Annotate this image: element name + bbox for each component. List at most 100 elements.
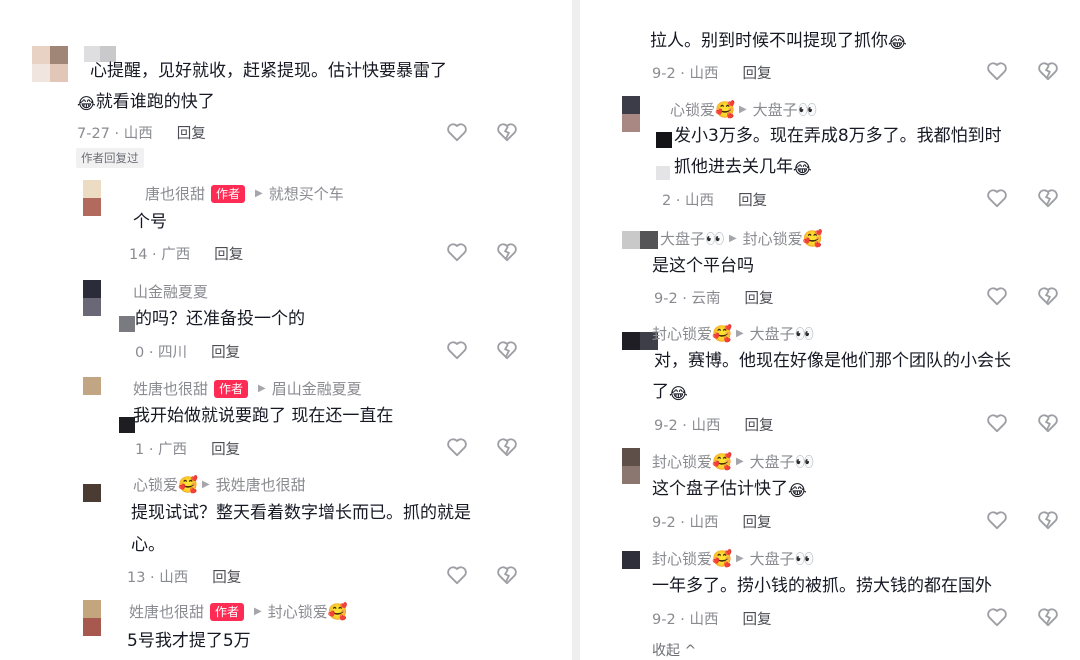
broken-heart-icon[interactable] <box>496 565 518 585</box>
avatar[interactable] <box>83 280 101 316</box>
broken-heart-icon[interactable] <box>496 437 518 457</box>
reply-to-name[interactable]: 大盘子 <box>750 548 795 569</box>
comment-text: 了 <box>652 382 669 402</box>
avatar[interactable] <box>83 600 101 636</box>
comment-text: 一年多了。捞小钱的被抓。捞大钱的都在国外 <box>652 576 992 596</box>
reply-arrow-icon: ▶ <box>728 233 737 244</box>
reply-to-name[interactable]: 眉山金融夏夏 <box>272 378 362 399</box>
reply-button[interactable]: 回复 <box>211 438 240 459</box>
comment-text-line: 我开始做就说要跑了 现在还一直在 <box>133 401 393 432</box>
heart-outline-icon[interactable] <box>986 607 1008 627</box>
collapse-button[interactable]: 收起 ^ <box>652 640 696 660</box>
date-location: 9-2 · 云南 <box>654 291 721 307</box>
avatar[interactable] <box>622 551 640 569</box>
date-location: 14 · 广西 <box>129 247 191 263</box>
comment-text-line: 一年多了。捞小钱的被抓。捞大钱的都在国外 <box>652 571 992 602</box>
comment-text: 心。 <box>131 535 165 555</box>
avatar[interactable] <box>83 377 101 395</box>
comment-item: 心提醒，见好就收，赶紧提现。估计快要暴雷了 😂就看谁跑的快了 7-27 · 山西… <box>32 46 552 168</box>
reply-button[interactable]: 回复 <box>745 287 774 308</box>
smiling-hearts-emoji-icon: 🥰 <box>712 323 732 343</box>
heart-outline-icon[interactable] <box>446 122 468 142</box>
reply-to-name[interactable]: 大盘子 <box>750 451 795 472</box>
broken-heart-icon[interactable] <box>496 122 518 142</box>
comment-meta: 14 · 广西 回复 <box>129 243 243 264</box>
heart-outline-icon[interactable] <box>446 340 468 360</box>
heart-outline-icon[interactable] <box>446 565 468 585</box>
reply-to-name[interactable]: 封心锁爱 <box>268 601 328 622</box>
smiling-hearts-emoji-icon: 🥰 <box>712 451 732 471</box>
reply-button[interactable]: 回复 <box>738 189 767 210</box>
heart-outline-icon[interactable] <box>986 286 1008 306</box>
avatar[interactable] <box>622 448 640 484</box>
author-replied-badge: 作者回复过 <box>76 148 144 168</box>
reply-button[interactable]: 回复 <box>743 608 772 629</box>
avatar[interactable] <box>83 484 101 502</box>
comment-text-line: 心。 <box>131 530 165 561</box>
user-name[interactable]: 封心锁爱 <box>652 323 712 344</box>
broken-heart-icon[interactable] <box>496 242 518 262</box>
reply-button[interactable]: 回复 <box>743 62 772 83</box>
user-name[interactable]: 大盘子 <box>660 228 705 249</box>
avatar[interactable] <box>83 180 101 216</box>
heart-outline-icon[interactable] <box>986 188 1008 208</box>
date-location: 9-2 · 山西 <box>652 612 719 628</box>
eyes-emoji-icon: 👀 <box>797 99 818 119</box>
name-line: 心锁爱 🥰 ▶ 我姓唐也很甜 <box>133 474 306 495</box>
user-name[interactable]: 山金融夏夏 <box>133 281 208 302</box>
comment-text: 提现试试？整天看着数字增长而已。抓的就是 <box>131 503 471 523</box>
user-name[interactable]: 封心锁爱 <box>652 451 712 472</box>
user-name[interactable]: 唐也很甜 <box>145 183 205 204</box>
comment-text-line: 5号我才提了5万 <box>127 626 251 657</box>
reply-to-name[interactable]: 我姓唐也很甜 <box>216 474 306 495</box>
reply-button[interactable]: 回复 <box>745 414 774 435</box>
heart-outline-icon[interactable] <box>986 413 1008 433</box>
broken-heart-icon[interactable] <box>1037 61 1059 81</box>
reply-button[interactable]: 回复 <box>212 566 241 587</box>
comment-item: 大盘子 👀 ▶ 封心锁爱 🥰 是这个平台吗 9-2 · 云南 回复 <box>622 225 1062 315</box>
avatar[interactable] <box>622 96 640 132</box>
eyes-emoji-icon: 👀 <box>794 548 815 568</box>
comment-text: 抓他进去关几年 <box>674 157 793 177</box>
comment-item: 姓唐也很甜 作者 ▶ 眉山金融夏夏 我开始做就说要跑了 现在还一直在 1 · 广… <box>83 377 553 467</box>
broken-heart-icon[interactable] <box>1037 413 1059 433</box>
heart-outline-icon[interactable] <box>986 61 1008 81</box>
user-name[interactable]: 心锁爱 <box>670 99 715 120</box>
comment-text-line: 的吗？还准备投一个的 <box>135 304 305 335</box>
comment-text: 个号 <box>133 212 167 232</box>
date-location: 7-27 · 山西 <box>77 126 153 142</box>
broken-heart-icon[interactable] <box>1037 510 1059 530</box>
avatar[interactable] <box>32 46 68 82</box>
reply-button[interactable]: 回复 <box>211 341 240 362</box>
comment-text: 5号我才提了5万 <box>127 631 251 651</box>
broken-heart-icon[interactable] <box>1037 286 1059 306</box>
heart-outline-icon[interactable] <box>986 510 1008 530</box>
user-name[interactable]: 封心锁爱 <box>652 548 712 569</box>
comment-text: 的吗？还准备投一个的 <box>135 309 305 329</box>
smiling-hearts-emoji-icon: 🥰 <box>327 601 348 621</box>
broken-heart-icon[interactable] <box>1037 188 1059 208</box>
eyes-emoji-icon: 👀 <box>794 451 815 471</box>
comment-text: 这个盘子估计快了 <box>652 479 788 499</box>
comment-text-line: 这个盘子估计快了😂 <box>652 474 807 505</box>
reply-to-name[interactable]: 封心锁爱 <box>743 228 803 249</box>
comment-text-line: 对，赛博。他现在好像是他们那个团队的小会长 <box>654 346 1011 377</box>
comment-meta: 0 · 四川 回复 <box>135 341 240 362</box>
avatar[interactable] <box>622 231 658 249</box>
heart-outline-icon[interactable] <box>446 437 468 457</box>
reply-to-name[interactable]: 大盘子 <box>753 99 798 120</box>
reply-to-name[interactable]: 大盘子 <box>750 323 795 344</box>
broken-heart-icon[interactable] <box>496 340 518 360</box>
broken-heart-icon[interactable] <box>1037 607 1059 627</box>
date-location: 9-2 · 山西 <box>652 515 719 531</box>
heart-outline-icon[interactable] <box>446 242 468 262</box>
user-name[interactable]: 姓唐也很甜 <box>133 378 208 399</box>
comment-text-line: 拉人。别到时候不叫提现了抓你😂 <box>650 26 907 57</box>
user-name[interactable]: 姓唐也很甜 <box>129 601 204 622</box>
reply-button[interactable]: 回复 <box>214 243 243 264</box>
reply-button[interactable]: 回复 <box>177 122 206 143</box>
reply-button[interactable]: 回复 <box>743 511 772 532</box>
author-tag: 作者 <box>210 602 245 621</box>
reply-to-name[interactable]: 就想买个车 <box>269 183 344 204</box>
user-name[interactable]: 心锁爱 <box>133 474 178 495</box>
